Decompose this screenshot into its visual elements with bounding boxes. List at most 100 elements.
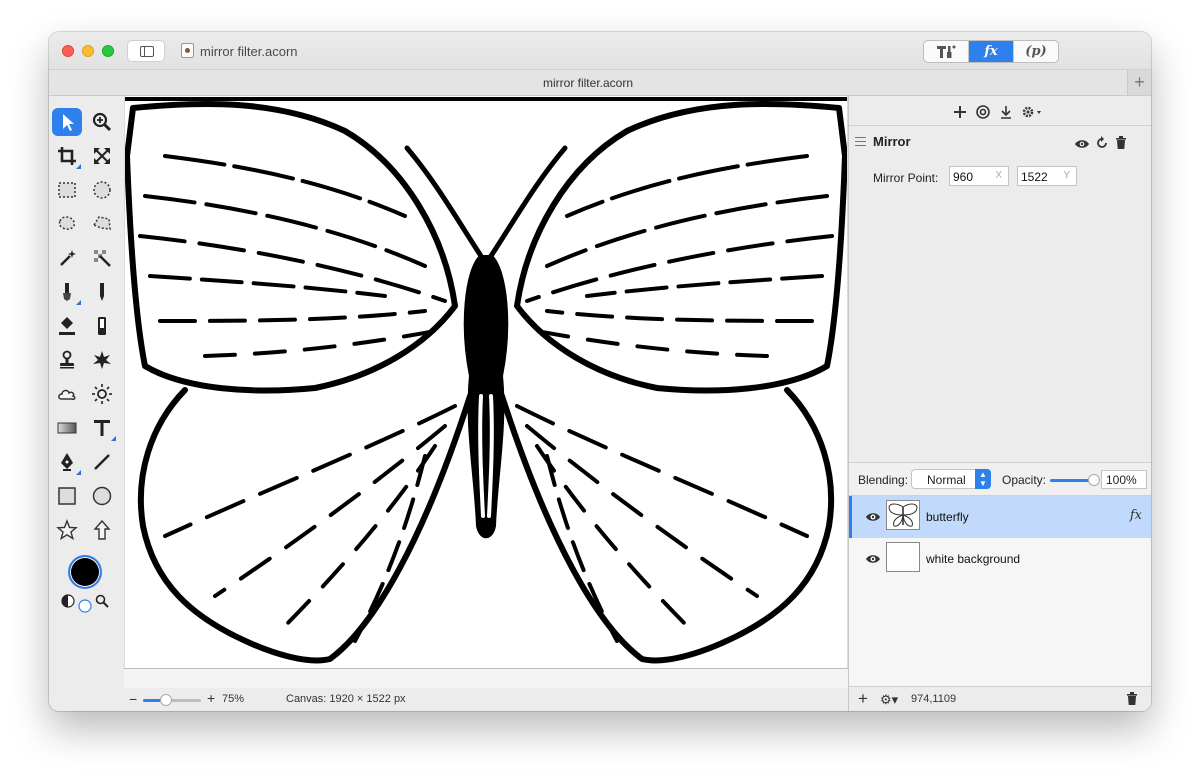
arrow-pointer-icon bbox=[63, 114, 74, 131]
tool-brush[interactable] bbox=[52, 278, 82, 306]
tool-star[interactable] bbox=[52, 516, 82, 544]
tool-burn[interactable] bbox=[87, 346, 117, 374]
trash-icon[interactable] bbox=[1115, 136, 1127, 150]
layer-name: butterfly bbox=[926, 510, 969, 524]
blend-mode-select[interactable]: Normal ▲ ▼ bbox=[911, 469, 991, 489]
text-icon bbox=[94, 420, 110, 436]
tool-pencil[interactable] bbox=[87, 278, 117, 306]
x-suffix-label: X bbox=[995, 170, 1002, 181]
close-window-button[interactable] bbox=[62, 45, 74, 57]
layer-gear-menu[interactable]: ⚙▾ bbox=[880, 692, 898, 708]
layer-row-butterfly[interactable]: butterfly fx bbox=[849, 496, 1151, 538]
reset-icon[interactable] bbox=[1095, 136, 1109, 150]
butterfly-image bbox=[125, 97, 847, 664]
submenu-indicator bbox=[111, 436, 116, 441]
tool-rect-select[interactable] bbox=[52, 176, 82, 204]
tool-dodge[interactable] bbox=[87, 380, 117, 408]
sidebar-icon bbox=[140, 46, 154, 57]
tool-blur[interactable] bbox=[52, 380, 82, 408]
y-suffix-label: Y bbox=[1063, 170, 1070, 181]
zoom-window-button[interactable] bbox=[102, 45, 114, 57]
tab-document[interactable]: mirror filter.acorn bbox=[49, 76, 1127, 90]
zoom-out-button[interactable]: − bbox=[129, 691, 137, 707]
tool-clone-stamp[interactable] bbox=[52, 346, 82, 374]
filter-chain-icon[interactable] bbox=[975, 104, 991, 120]
tool-zoom[interactable] bbox=[87, 108, 117, 136]
tool-instant-alpha[interactable] bbox=[87, 244, 117, 272]
layer-fx-badge[interactable]: fx bbox=[1130, 508, 1142, 523]
opacity-input[interactable]: 100% bbox=[1101, 470, 1147, 489]
mirror-point-label: Mirror Point: bbox=[873, 171, 939, 185]
zoom-in-button[interactable]: + bbox=[207, 690, 215, 706]
swap-colors-icon[interactable] bbox=[61, 594, 75, 608]
zoom-slider[interactable] bbox=[143, 694, 201, 706]
layer-thumbnail-white-background bbox=[886, 542, 920, 572]
inspector-panel: Mirror Mirror Point: 960 X 1522 Y Blendi… bbox=[848, 96, 1151, 711]
tool-magic-wand[interactable] bbox=[52, 244, 82, 272]
horizontal-scrollbar[interactable] bbox=[124, 668, 848, 688]
burn-icon bbox=[93, 351, 111, 369]
paint-bucket-icon bbox=[59, 317, 75, 335]
tool-pen[interactable] bbox=[52, 448, 82, 476]
minimize-window-button[interactable] bbox=[82, 45, 94, 57]
crop-icon bbox=[58, 147, 76, 165]
mirror-point-x-input[interactable]: 960 X bbox=[949, 166, 1009, 186]
title-bar: mirror filter.acorn fx (p) bbox=[49, 32, 1151, 70]
tool-gradient[interactable] bbox=[52, 414, 82, 442]
mirror-point-y-input[interactable]: 1522 Y bbox=[1017, 166, 1077, 186]
tools-icon bbox=[937, 45, 956, 58]
arrow-up-icon bbox=[93, 519, 111, 540]
tools-segment-button[interactable] bbox=[924, 41, 969, 62]
instant-alpha-icon bbox=[94, 250, 111, 267]
tool-line[interactable] bbox=[87, 448, 117, 476]
transform-icon bbox=[94, 148, 110, 164]
zoom-level: 75% bbox=[222, 693, 245, 705]
background-color-icon[interactable] bbox=[78, 599, 92, 613]
tool-oval[interactable] bbox=[87, 482, 117, 510]
foreground-color-well[interactable] bbox=[68, 555, 102, 589]
tool-transform[interactable] bbox=[87, 142, 117, 170]
tool-crop[interactable] bbox=[52, 142, 82, 170]
tool-eraser[interactable] bbox=[87, 312, 117, 340]
tool-rectangle[interactable] bbox=[52, 482, 82, 510]
gear-menu-icon[interactable] bbox=[1020, 104, 1044, 120]
delete-layer-icon[interactable] bbox=[1126, 692, 1138, 706]
eye-icon[interactable] bbox=[865, 510, 881, 524]
eye-icon[interactable] bbox=[1074, 138, 1090, 150]
tool-polygon-lasso[interactable] bbox=[87, 210, 117, 238]
opacity-slider-knob[interactable] bbox=[1088, 474, 1100, 486]
add-layer-button[interactable]: + bbox=[858, 689, 868, 709]
color-picker-zoom-icon[interactable] bbox=[95, 594, 109, 608]
star-icon bbox=[56, 519, 78, 541]
tool-ellipse-select[interactable] bbox=[87, 176, 117, 204]
fx-segment-button[interactable]: fx bbox=[969, 41, 1014, 62]
canvas-area bbox=[124, 96, 848, 688]
magic-wand-icon bbox=[60, 250, 76, 266]
layer-row-white-background[interactable]: white background bbox=[849, 538, 1151, 580]
image-canvas[interactable] bbox=[125, 96, 847, 668]
plugin-segment-button[interactable]: (p) bbox=[1014, 41, 1058, 62]
tool-select[interactable] bbox=[52, 108, 82, 136]
new-tab-button[interactable]: + bbox=[1127, 70, 1151, 95]
tool-text[interactable] bbox=[87, 414, 117, 442]
filter-title: Mirror bbox=[873, 134, 911, 149]
eye-icon[interactable] bbox=[865, 552, 881, 566]
sun-icon bbox=[92, 384, 112, 404]
zoom-slider-knob[interactable] bbox=[160, 694, 173, 706]
document-icon bbox=[181, 43, 194, 58]
tool-paint-bucket[interactable] bbox=[52, 312, 82, 340]
tool-arrow[interactable] bbox=[87, 516, 117, 544]
rectangle-icon bbox=[58, 487, 76, 505]
opacity-slider[interactable] bbox=[1050, 474, 1100, 486]
drag-handle-icon[interactable] bbox=[855, 137, 866, 146]
tool-lasso[interactable] bbox=[52, 210, 82, 238]
window-title: mirror filter.acorn bbox=[200, 44, 298, 59]
sidebar-toggle-button[interactable] bbox=[127, 40, 165, 62]
status-bar: − + 75% Canvas: 1920 × 1522 px bbox=[124, 688, 848, 711]
layers-footer: + ⚙▾ 974,1109 bbox=[849, 686, 1151, 711]
add-filter-icon[interactable] bbox=[952, 104, 968, 120]
mirror-point-y-value: 1522 bbox=[1021, 170, 1048, 184]
submenu-indicator bbox=[76, 300, 81, 305]
cloud-icon bbox=[58, 389, 76, 400]
download-icon[interactable] bbox=[998, 104, 1014, 120]
